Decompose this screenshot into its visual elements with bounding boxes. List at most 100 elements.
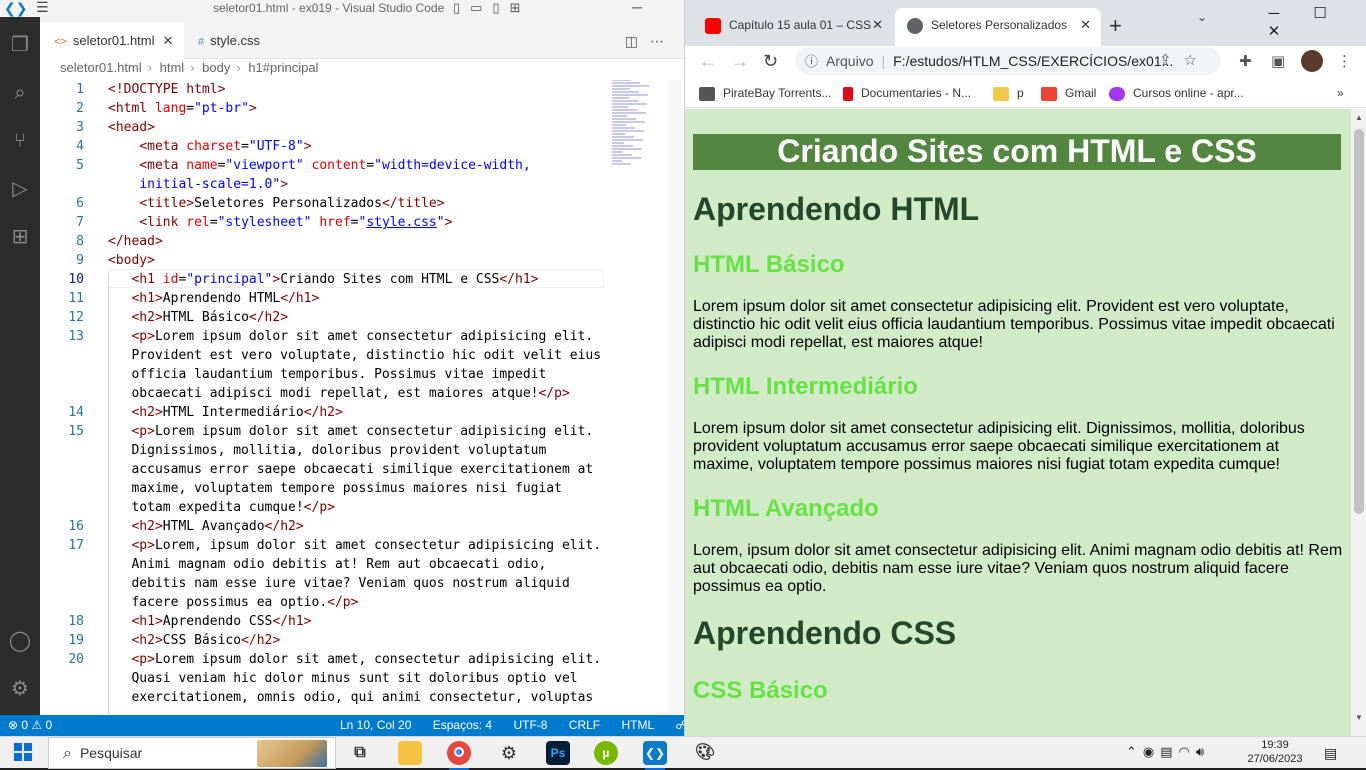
code-line[interactable]: <p>Lorem ipsum dolor sit amet consectetu… — [108, 422, 593, 441]
code-line[interactable]: <h1 id="principal">Criando Sites com HTM… — [108, 270, 538, 289]
code-line[interactable]: Dignissimos, mollitia, doloribus provide… — [108, 441, 546, 460]
settings-gear-icon[interactable]: ⚙ — [4, 673, 36, 705]
chrome-tab-youtube[interactable]: Capítulo 15 aula 01 – CSS ✕ — [693, 8, 893, 46]
bookmark-folder-p[interactable]: p — [993, 80, 1024, 106]
extensions-puzzle-icon[interactable]: ✚ — [1239, 52, 1252, 70]
code-line[interactable]: debitis nam esse iure vitae? Veniam quos… — [108, 574, 569, 593]
code-line[interactable]: <h1>Aprendendo CSS</h1> — [108, 612, 311, 631]
breadcrumb-item[interactable]: body — [202, 60, 230, 75]
code-line[interactable]: maxime, voluptatem tempore possimus maio… — [108, 479, 561, 498]
tab-style-css[interactable]: # style.css — [184, 23, 304, 59]
problems-indicator[interactable]: ⊗ 0 ⚠ 0 — [8, 715, 52, 736]
system-tray[interactable]: ⌃ ◉ ▤ ◠ 🔊︎ — [1126, 737, 1210, 767]
code-line[interactable]: <p>Lorem ipsum dolor sit amet consectetu… — [108, 327, 593, 346]
code-line[interactable]: <body> — [108, 251, 155, 270]
settings-gear-icon[interactable]: ⚙ — [497, 741, 521, 765]
vscode-app-icon[interactable]: ❮❯ — [643, 741, 667, 770]
code-line[interactable]: <h2>HTML Avançado</h2> — [108, 517, 303, 536]
breadcrumb-item[interactable]: h1#principal — [248, 60, 318, 75]
info-icon[interactable]: ⓘ — [805, 54, 818, 69]
notifications-icon[interactable]: ▤ — [1324, 745, 1337, 762]
bookmarks-overflow-icon[interactable]: » — [1337, 80, 1344, 106]
search-icon[interactable]: ⌕ — [4, 77, 36, 109]
code-line[interactable]: <title>Seletores Personalizados</title> — [108, 194, 444, 213]
code-line[interactable]: <p>Lorem ipsum dolor sit amet, consectet… — [108, 650, 601, 669]
chrome-app-icon[interactable] — [447, 741, 471, 770]
code-line[interactable]: <h1>Aprendendo HTML</h1> — [108, 289, 319, 308]
utorrent-icon[interactable]: µ — [594, 741, 618, 765]
close-icon[interactable]: ✕ — [872, 8, 883, 42]
bookmark-documentaries[interactable]: Documentaries - N... — [843, 80, 971, 106]
account-icon[interactable]: ◯ — [4, 625, 36, 657]
profile-avatar[interactable] — [1301, 50, 1323, 72]
taskbar-search[interactable]: ⌕ Pesquisar — [48, 737, 336, 769]
url-text[interactable]: F:/estudos/HTLM_CSS/EXERCÍCIOS/ex01... — [893, 53, 1173, 69]
code-line[interactable]: </head> — [108, 232, 163, 251]
page-scrollbar[interactable]: ▲ ▼ — [1351, 109, 1366, 736]
code-line[interactable]: obcaecati adipisci modi repellat, est ma… — [108, 384, 569, 403]
code-line[interactable]: <link rel="stylesheet" href="style.css"> — [108, 213, 452, 232]
extensions-icon[interactable]: ⊞ — [4, 221, 36, 253]
language-mode[interactable]: HTML — [621, 718, 654, 732]
breadcrumb-item[interactable]: seletor01.html — [60, 60, 142, 75]
photoshop-icon[interactable]: Ps — [546, 741, 570, 765]
code-line[interactable]: <p>Lorem, ipsum dolor sit amet consectet… — [108, 536, 601, 555]
side-panel-icon[interactable]: ▣ — [1271, 52, 1285, 70]
code-line[interactable]: accusamus error saepe obcaecati similiqu… — [108, 460, 593, 479]
chrome-tab-seletores[interactable]: Seletores Personalizados ✕ — [895, 8, 1101, 46]
reload-icon[interactable]: ↻ — [763, 51, 778, 72]
bookmark-gmail[interactable]: Gmail — [1041, 80, 1096, 106]
code-line[interactable]: <meta name="viewport" content="width=dev… — [108, 156, 530, 175]
breadcrumb-item[interactable]: html — [160, 60, 185, 75]
cursor-position[interactable]: Ln 10, Col 20 — [340, 718, 411, 732]
hamburger-menu-icon[interactable]: ☰ — [36, 0, 56, 14]
code-line[interactable]: facere possimus ea optio.</p> — [108, 593, 358, 612]
code-line[interactable]: Provident est vero voluptate, distinctio… — [108, 346, 601, 365]
code-line[interactable]: <html lang="pt-br"> — [108, 99, 257, 118]
editor-scrollbar[interactable] — [668, 80, 682, 714]
feedback-icon[interactable]: ☍ — [676, 718, 685, 732]
file-explorer-icon[interactable] — [398, 741, 422, 765]
layout-controls[interactable]: ▯▭▯⊞ — [453, 0, 530, 16]
source-control-icon[interactable]: ⑂ — [4, 125, 36, 157]
back-arrow-icon[interactable]: ← — [699, 51, 717, 72]
code-line[interactable]: totam expedita cumque!</p> — [108, 498, 335, 517]
code-line[interactable]: officia laudantium temporibus. Possimus … — [108, 365, 546, 384]
scroll-up-icon[interactable]: ▲ — [1355, 113, 1363, 122]
code-line[interactable]: <h2>HTML Intermediário</h2> — [108, 403, 342, 422]
task-view-icon[interactable]: ⧉ — [348, 741, 372, 765]
paint-icon[interactable]: 🎨︎ — [693, 741, 717, 765]
code-line[interactable]: Animi magnam odio debitis at! Rem aut ob… — [108, 555, 546, 574]
vscode-logo-icon[interactable]: ❮❯ — [4, 0, 27, 16]
bookmark-cursos[interactable]: Cursos online - apr... — [1109, 80, 1244, 106]
explorer-icon[interactable]: ❐ — [4, 29, 36, 61]
more-menu-icon[interactable]: ⋮ — [1337, 52, 1352, 70]
minimap[interactable] — [612, 80, 652, 172]
scroll-down-icon[interactable]: ▼ — [1355, 713, 1363, 722]
editor-actions[interactable]: ◫⋯ — [625, 33, 676, 50]
run-debug-icon[interactable]: ▷ — [4, 173, 36, 205]
indentation[interactable]: Espaços: 4 — [433, 718, 492, 732]
forward-arrow-icon[interactable]: → — [731, 51, 749, 72]
code-line[interactable]: <head> — [108, 118, 155, 137]
address-actions[interactable]: ⇪☆ — [1159, 47, 1209, 75]
taskbar-clock[interactable]: 19:39 27/06/2023 — [1240, 738, 1310, 766]
code-line[interactable]: <meta charset="UTF-8"> — [108, 137, 311, 156]
windows-start-icon[interactable] — [14, 743, 32, 761]
code-line[interactable]: <h2>CSS Básico</h2> — [108, 631, 280, 650]
code-line[interactable]: exercitationem, omnis odio, qui animi co… — [108, 688, 593, 707]
close-icon[interactable]: ✕ — [1080, 8, 1091, 42]
bookmark-piratebay[interactable]: PirateBay Torrents... — [699, 80, 832, 106]
scrollbar-thumb[interactable] — [1354, 129, 1364, 514]
code-line[interactable]: <!DOCTYPE html> — [108, 80, 225, 99]
code-editor[interactable]: 1 <!DOCTYPE html> 2 <html lang="pt-br"> 3 <he… — [40, 80, 684, 714]
code-line[interactable]: <h2>HTML Básico</h2> — [108, 308, 288, 327]
code-line[interactable]: Quasi veniam hic dolor minus sunt sit do… — [108, 669, 577, 688]
close-icon[interactable]: ✕ — [163, 33, 174, 48]
tab-seletor01-html[interactable]: <> seletor01.html ✕ — [40, 23, 184, 59]
end-of-line[interactable]: CRLF — [569, 718, 600, 732]
encoding[interactable]: UTF-8 — [513, 718, 547, 732]
tab-search-chevron-icon[interactable]: ⌄ — [1197, 10, 1207, 24]
new-tab-button[interactable]: + — [1109, 13, 1122, 39]
address-bar[interactable]: ⓘ Arquivo | F:/estudos/HTLM_CSS/EXERCÍCIOS/… — [795, 47, 1221, 75]
